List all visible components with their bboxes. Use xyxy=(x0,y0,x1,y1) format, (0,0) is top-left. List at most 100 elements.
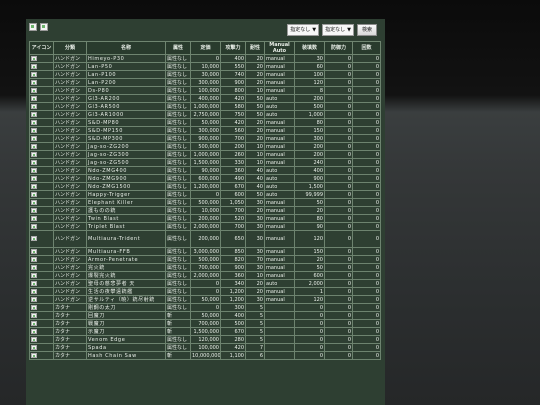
table-row[interactable]: ハンドガン Himeyo-P30 属性なし 0 400 20 manual 30 0 0 xyxy=(29,54,381,63)
attribute-cell: 属性なし xyxy=(165,142,191,151)
category-cell: ハンドガン xyxy=(53,255,87,264)
table-row[interactable]: カタナ 示魔刀斬 1,500,000 670 5 0 0 0 xyxy=(29,327,381,336)
defense-cell: 0 xyxy=(324,335,353,344)
table-row[interactable]: ハンドガン Jag-so-ZG300 属性なし 1,000,000 260 10 manua… xyxy=(29,150,381,159)
table-row[interactable]: ハンドガン S&D-MP150 属性なし 300,000 560 20 manual 150 0… xyxy=(29,126,381,135)
broken-image-icon xyxy=(40,23,48,31)
defense-cell: 0 xyxy=(324,351,353,360)
table-row[interactable]: ハンドガン Ndo-ZMG400 属性なし 90,000 360 40 auto 400 0 0 xyxy=(29,166,381,175)
durability-cell: 30 xyxy=(245,263,265,272)
category-cell: ハンドガン xyxy=(53,102,87,111)
broken-image-icon xyxy=(31,87,37,93)
mode-cell: manual xyxy=(264,222,295,231)
table-row[interactable]: カタナ Spada 属性なし 100,000 420 7 0 0 0 xyxy=(29,343,381,352)
broken-image-icon xyxy=(31,127,37,133)
mode-cell xyxy=(264,311,295,320)
attack-cell: 360 xyxy=(220,166,246,175)
table-row[interactable]: ハンドガン Ndo-ZMG900 属性なし 600,000 490 40 auto 900 0 0 xyxy=(29,174,381,183)
defense-cell: 0 xyxy=(324,287,353,296)
price-cell: 0 xyxy=(190,190,221,199)
table-row[interactable]: ハンドガン Lan-P100 属性なし 30,000 740 20 manual 100 0 0 xyxy=(29,70,381,79)
table-row[interactable]: ハンドガン 護ものの銃 属性なし 10,000 700 20 manual 20 0 0 xyxy=(29,206,381,215)
name-cell: Lan-P200 xyxy=(86,78,166,87)
table-row[interactable]: ハンドガン 爆裂完火銃 属性なし 2,000,000 360 10 manual 600 0 0 xyxy=(29,271,381,280)
table-row[interactable]: カタナ Hash Chain Saw 斬 10,000,000 1,100 6 0 0 0 xyxy=(29,351,381,360)
durability-cell: 6 xyxy=(245,351,265,360)
attribute-cell: 斬 xyxy=(165,327,191,336)
table-row[interactable]: カタナ 戦魔刀斬 700,000 500 5 0 0 0 xyxy=(29,319,381,328)
category-cell: ハンドガン xyxy=(53,190,87,199)
table-row[interactable]: カタナ Venom Edge 属性なし 120,000 280 5 0 0 0 xyxy=(29,335,381,344)
defense-cell: 0 xyxy=(324,62,353,71)
table-row[interactable]: ハンドガン 生活の夜攀遠銃艦 属性なし 0 1,200 20 manual 1 0 0 xyxy=(29,287,381,296)
category-cell: ハンドガン xyxy=(53,287,87,296)
durability-cell: 30 xyxy=(245,222,265,231)
count-cell: 0 xyxy=(352,206,381,215)
broken-image-icon xyxy=(31,119,37,125)
category-cell: カタナ xyxy=(53,319,87,328)
attribute-select[interactable]: 指定なし ▼ xyxy=(322,24,354,36)
item-table: アイコン 分類 名称 属性 定価 攻撃力 耐性 Manual Auto 装填数 防御力 回数 ハンド… xyxy=(29,41,381,360)
table-row[interactable]: ハンドガン Triplet Blast 属性なし 2,000,000 700 30 manu… xyxy=(29,222,381,231)
table-row[interactable]: カタナ 回魔刀斬 50,000 400 5 0 0 0 xyxy=(29,311,381,320)
table-row[interactable]: ハンドガン Ndo-ZMG1500 属性なし 1,200,000 670 40 auto 1,… xyxy=(29,182,381,191)
attack-cell: 800 xyxy=(220,86,246,95)
attribute-cell: 属性なし xyxy=(165,182,191,191)
table-row[interactable]: ハンドガン Multiaura-FFB 属性なし 3,000,000 850 30 manu… xyxy=(29,247,381,256)
table-row[interactable]: カタナ 剛鋼の太刀 属性なし 0 300 5 0 0 0 xyxy=(29,303,381,312)
attack-cell: 280 xyxy=(220,335,246,344)
table-row[interactable]: ハンドガン Multiaura-Trident 属性なし 200,000 650 30 ma… xyxy=(29,230,381,248)
broken-image-icon xyxy=(31,143,37,149)
column-header: 装填数 xyxy=(294,41,325,55)
search-button[interactable]: 検索 xyxy=(356,24,377,36)
category-select[interactable]: 指定なし ▼ xyxy=(287,24,320,36)
table-row[interactable]: ハンドガン 逆サルティ（暁）銃尽射銃 属性なし 50,000 1,200 30 manual… xyxy=(29,295,381,304)
table-row[interactable]: ハンドガン Lan-P200 属性なし 300,000 900 20 manual 120 0 0 xyxy=(29,78,381,87)
durability-cell: 50 xyxy=(245,94,265,103)
item-icon-cell xyxy=(29,78,54,87)
table-row[interactable]: ハンドガン Elephant Killer 属性なし 500,000 1,050 30 ma… xyxy=(29,198,381,207)
attack-cell: 600 xyxy=(220,190,246,199)
capacity-cell: 60 xyxy=(294,62,325,71)
defense-cell: 0 xyxy=(324,70,353,79)
table-row[interactable]: ハンドガン S&D-MP300 属性なし 900,000 700 20 manual 300 0… xyxy=(29,134,381,143)
name-cell: 剛鋼の太刀 xyxy=(86,303,166,312)
table-row[interactable]: ハンドガン Armor-Penetrate 属性なし 500,000 820 70 manu… xyxy=(29,255,381,264)
table-row[interactable]: ハンドガン Happy-Trigger 属性なし 0 600 50 auto 99,999 0 0 xyxy=(29,190,381,199)
table-row[interactable]: ハンドガン Gl3-AR500 属性なし 1,000,000 580 50 auto 500 0… xyxy=(29,102,381,111)
durability-cell: 50 xyxy=(245,102,265,111)
broken-image-icon xyxy=(31,352,37,358)
table-row[interactable]: ハンドガン Lan-P50 属性なし 10,000 550 20 manual 60 0 0 xyxy=(29,62,381,71)
category-cell: ハンドガン xyxy=(53,86,87,95)
category-cell: ハンドガン xyxy=(53,206,87,215)
attack-cell: 200 xyxy=(220,142,246,151)
table-row[interactable]: ハンドガン Gl3-AR200 属性なし 400,000 420 50 auto 200 0 0 xyxy=(29,94,381,103)
table-row[interactable]: ハンドガン Twin Blast 属性なし 200,000 520 30 manual 80 0… xyxy=(29,214,381,223)
table-row[interactable]: ハンドガン Jag-so-ZG500 属性なし 1,500,000 330 10 manua… xyxy=(29,158,381,167)
attack-cell: 340 xyxy=(220,279,246,288)
price-cell: 2,750,000 xyxy=(190,110,221,119)
attack-cell: 560 xyxy=(220,126,246,135)
attribute-cell: 属性なし xyxy=(165,206,191,215)
item-icon-cell xyxy=(29,311,54,320)
mode-cell xyxy=(264,327,295,336)
count-cell: 0 xyxy=(352,279,381,288)
broken-image-icon xyxy=(31,111,37,117)
table-row[interactable]: ハンドガン S&D-MP80 属性なし 50,000 420 20 manual 80 0 0 xyxy=(29,118,381,127)
table-row[interactable]: ハンドガン Jag-so-ZG200 属性なし 500,000 200 10 manual 2… xyxy=(29,142,381,151)
broken-image-icon xyxy=(31,288,37,294)
count-cell: 0 xyxy=(352,271,381,280)
column-header: アイコン xyxy=(29,41,54,55)
capacity-cell: 0 xyxy=(294,303,325,312)
table-row[interactable]: ハンドガン Gl3-AR1000 属性なし 2,750,000 750 50 auto 1,0… xyxy=(29,110,381,119)
item-icon-cell xyxy=(29,343,54,352)
count-cell: 0 xyxy=(352,174,381,183)
table-row[interactable]: ハンドガン 完火銃 属性なし 700,000 900 30 manual 50 0 0 xyxy=(29,263,381,272)
table-row[interactable]: ハンドガン 聖母の慈悲夢者 天属性なし 0 340 20 auto 2,000 0 0 xyxy=(29,279,381,288)
price-cell: 1,500,000 xyxy=(190,158,221,167)
table-row[interactable]: ハンドガン Ds-P80 属性なし 100,000 800 10 manual 8 0 0 xyxy=(29,86,381,95)
durability-cell: 20 xyxy=(245,118,265,127)
attack-cell: 850 xyxy=(220,247,246,256)
mode-cell: manual xyxy=(264,126,295,135)
item-icon-cell xyxy=(29,94,54,103)
